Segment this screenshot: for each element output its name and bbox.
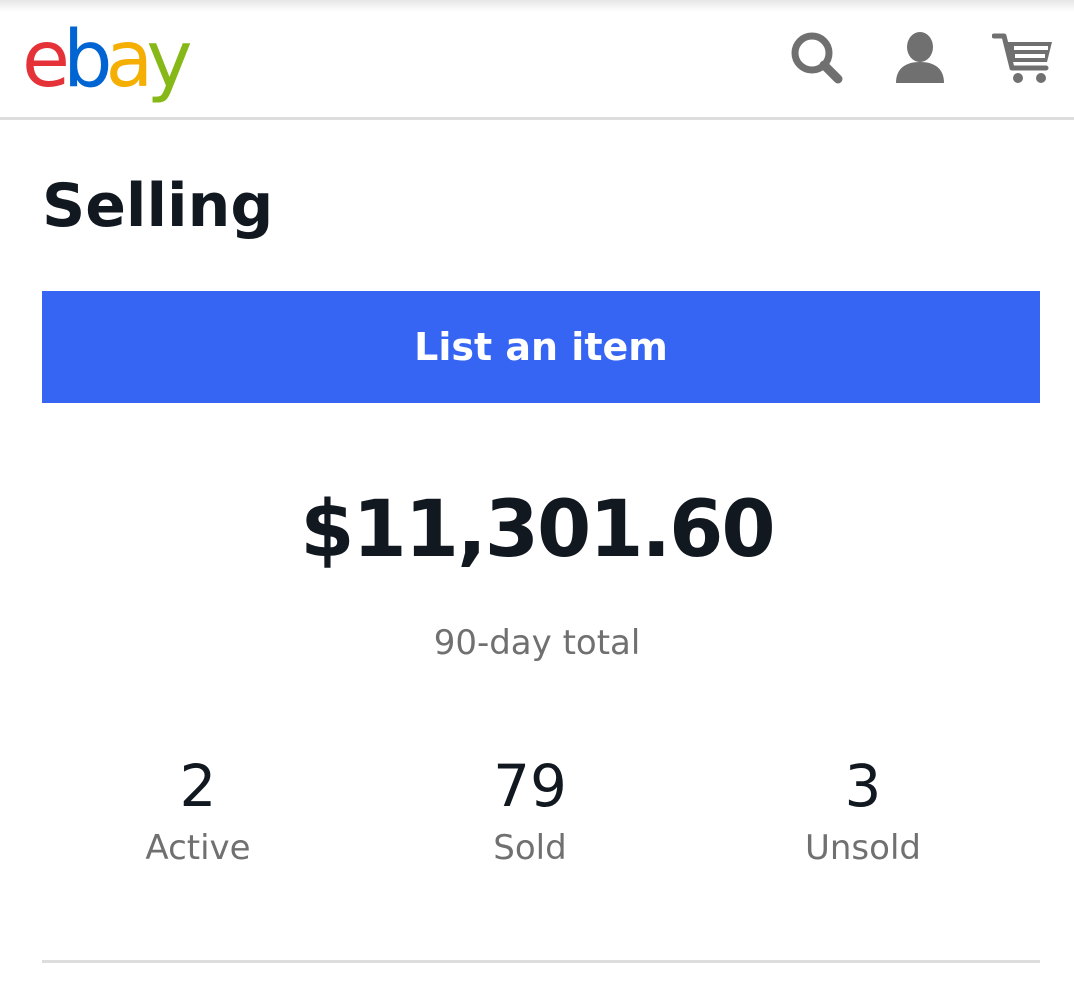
page-title: Selling (42, 171, 274, 241)
stat-active-label: Active (145, 828, 251, 868)
stat-active[interactable]: 2 Active (48, 750, 348, 872)
section-divider (42, 960, 1040, 963)
stat-active-count: 2 (179, 752, 217, 820)
stat-unsold[interactable]: 3 Unsold (713, 750, 1013, 872)
selling-page: ebay Selling List an item $11,301.60 90-… (0, 0, 1074, 982)
user-icon (896, 32, 944, 83)
list-an-item-button[interactable]: List an item (42, 291, 1040, 403)
search-icon (791, 32, 843, 84)
stat-sold[interactable]: 79 Sold (380, 750, 680, 872)
logo-letter-e: e (22, 15, 70, 105)
ebay-logo[interactable]: ebay (22, 15, 193, 105)
logo-letter-y: y (146, 15, 192, 105)
stat-unsold-label: Unsold (805, 828, 921, 868)
cart-icon (992, 33, 1052, 83)
logo-letter-b: b (63, 15, 112, 105)
search-button[interactable] (786, 28, 846, 88)
stat-unsold-count: 3 (844, 752, 882, 820)
stat-sold-label: Sold (493, 828, 567, 868)
stat-sold-count: 79 (493, 752, 567, 820)
ninety-day-total-label: 90-day total (433, 623, 641, 663)
cart-button[interactable] (992, 28, 1052, 88)
account-button[interactable] (890, 28, 950, 88)
app-header: ebay (0, 0, 1074, 120)
ninety-day-total-amount: $11,301.60 (300, 485, 775, 575)
logo-letter-a: a (105, 15, 154, 105)
